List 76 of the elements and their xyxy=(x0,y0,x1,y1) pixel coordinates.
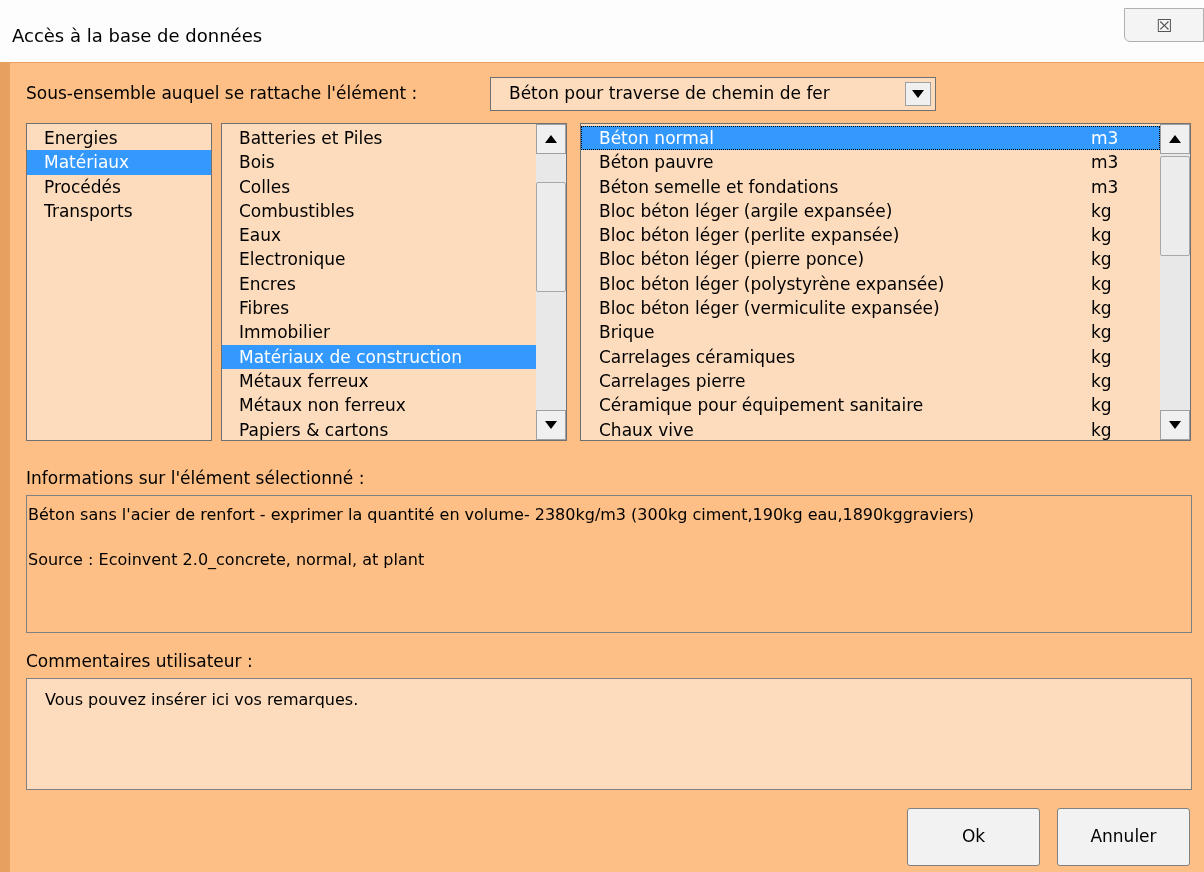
element-row[interactable]: Bloc béton léger (argile expansée) kg xyxy=(581,198,1160,224)
element-row[interactable]: Béton pauvre m3 xyxy=(581,150,1160,175)
element-unit: kg xyxy=(1091,369,1113,393)
info-text: Source : Ecoinvent 2.0_concrete, normal, at plant xyxy=(28,549,426,571)
subcategory-item[interactable]: Electronique xyxy=(222,247,536,272)
subcategory-item[interactable]: Papiers & cartons xyxy=(222,417,536,440)
scrollbar-thumb[interactable] xyxy=(1160,156,1190,256)
subcategory-item[interactable]: Encres xyxy=(222,271,536,297)
down-arrow-icon xyxy=(912,90,924,98)
subcategory-item[interactable]: Colles xyxy=(222,174,536,199)
element-name: Bloc béton léger (perlite expansée) xyxy=(599,224,900,247)
subcategory-item[interactable]: Bois xyxy=(222,150,536,175)
element-unit: kg xyxy=(1091,418,1113,440)
element-unit: kg xyxy=(1091,394,1113,417)
element-unit: m3 xyxy=(1091,175,1120,198)
element-name: Béton pauvre xyxy=(599,151,714,174)
window-title: Accès à la base de données xyxy=(12,24,263,48)
subset-dropdown[interactable]: Béton pour traverse de chemin de fer xyxy=(490,77,936,111)
element-row[interactable]: Bloc béton léger (pierre ponce) kg xyxy=(581,247,1160,272)
up-arrow-icon xyxy=(545,135,557,143)
subcategory-item[interactable]: Fibres xyxy=(222,296,536,321)
info-label: Informations sur l'élément sélectionné : xyxy=(26,467,366,489)
up-arrow-icon xyxy=(1169,135,1181,143)
element-name: Béton semelle et fondations xyxy=(599,175,839,198)
subcategory-item[interactable]: Eaux xyxy=(222,223,536,248)
element-name: Béton normal xyxy=(599,127,714,150)
subcategory-item[interactable]: Batteries et Piles xyxy=(222,126,536,151)
subset-label: Sous-ensemble auquel se rattache l'élément : xyxy=(26,82,419,106)
close-button[interactable]: ☒ xyxy=(1124,8,1204,42)
element-unit: kg xyxy=(1091,199,1113,223)
element-name: Céramique pour équipement sanitaire xyxy=(599,394,924,417)
dialog-button[interactable]: Annuler xyxy=(1057,808,1190,866)
element-unit: m3 xyxy=(1091,151,1120,174)
element-unit: m3 xyxy=(1091,127,1120,150)
subcategory-item[interactable]: Immobilier xyxy=(222,320,536,345)
down-arrow-icon xyxy=(545,421,557,429)
element-unit: kg xyxy=(1091,272,1113,296)
element-row[interactable]: Bloc béton léger (vermiculite expansée) kg xyxy=(581,296,1160,321)
category-item[interactable]: Transports xyxy=(27,198,211,224)
element-name: Chaux vive xyxy=(599,418,694,440)
category-item[interactable]: Procédés xyxy=(27,174,211,199)
dropdown-button[interactable] xyxy=(905,82,931,106)
scroll-down-button[interactable] xyxy=(536,410,566,440)
element-name: Bloc béton léger (vermiculite expansée) xyxy=(599,297,940,320)
scroll-up-button[interactable] xyxy=(1160,124,1190,154)
scroll-up-button[interactable] xyxy=(536,124,566,154)
subcategory-item[interactable]: Métaux ferreux xyxy=(222,368,536,394)
dialog-button[interactable]: Ok xyxy=(907,808,1040,866)
down-arrow-icon xyxy=(1169,421,1181,429)
comments-field[interactable]: Vous pouvez insérer ici vos remarques. xyxy=(26,678,1192,790)
category-item[interactable]: Energies xyxy=(27,126,211,151)
scroll-down-button[interactable] xyxy=(1160,410,1190,440)
element-row[interactable]: Carrelages pierre kg xyxy=(581,368,1160,394)
element-row[interactable]: Chaux vive kg xyxy=(581,417,1160,440)
element-unit: kg xyxy=(1091,297,1113,320)
subcategory-item[interactable]: Métaux non ferreux xyxy=(222,393,536,418)
element-unit: kg xyxy=(1091,321,1113,344)
element-row[interactable]: Céramique pour équipement sanitaire kg xyxy=(581,393,1160,418)
element-row[interactable]: Béton semelle et fondations m3 xyxy=(581,174,1160,199)
element-unit: kg xyxy=(1091,224,1113,247)
comments-label: Commentaires utilisateur : xyxy=(26,650,254,672)
element-name: Carrelages céramiques xyxy=(599,345,796,368)
element-row[interactable]: Bloc béton léger (perlite expansée) kg xyxy=(581,223,1160,248)
element-row[interactable]: Carrelages céramiques kg xyxy=(581,344,1160,369)
element-row[interactable]: Bloc béton léger (polystyrène expansée) kg xyxy=(581,271,1160,297)
element-name: Bloc béton léger (pierre ponce) xyxy=(599,248,865,271)
subcategory-item[interactable]: Combustibles xyxy=(222,198,536,224)
element-row[interactable]: Brique kg xyxy=(581,320,1160,345)
element-name: Bloc béton léger (argile expansée) xyxy=(599,199,893,223)
element-unit: kg xyxy=(1091,345,1113,368)
element-name: Brique xyxy=(599,321,655,344)
scrollbar-thumb[interactable] xyxy=(536,182,566,292)
element-name: Bloc béton léger (polystyrène expansée) xyxy=(599,272,945,296)
element-name: Carrelages pierre xyxy=(599,369,746,393)
element-unit: kg xyxy=(1091,248,1113,271)
info-text: Béton sans l'acier de renfort - exprimer la quantité en volume- 2380kg/m3 (300kg ciment,190kg eau,1890kggraviers) xyxy=(28,504,976,526)
